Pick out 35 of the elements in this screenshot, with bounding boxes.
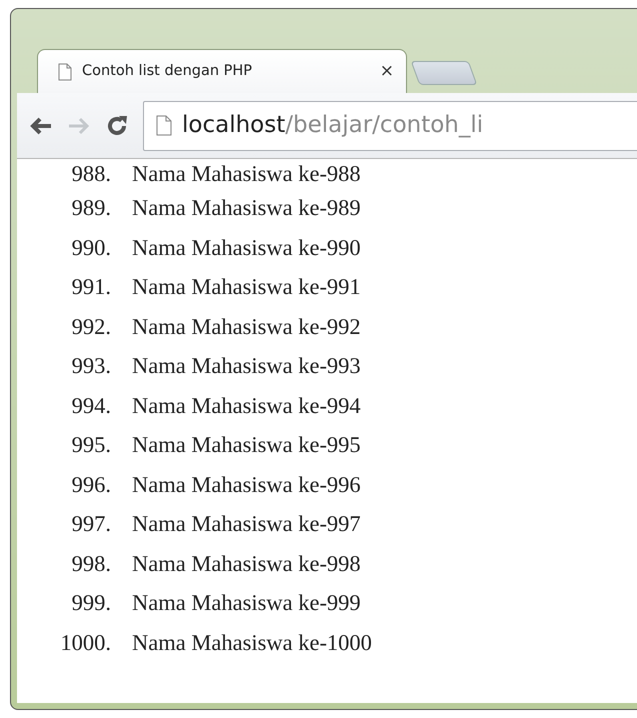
list-number: 996. [70, 472, 111, 498]
list-item-text: Nama Mahasiswa ke-990 [132, 236, 361, 261]
list-number: 997. [70, 512, 111, 538]
list-item-text: Nama Mahasiswa ke-993 [132, 354, 361, 380]
list-number: 990. [70, 236, 111, 261]
list-number: 998. [70, 552, 111, 577]
list-number: 1000. [59, 630, 111, 656]
list-item-text: Nama Mahasiswa ke-989 [132, 196, 361, 222]
url-text: localhost/belajar/contoh_li [182, 111, 484, 140]
page-icon [156, 115, 172, 136]
list-number: 995. [70, 433, 111, 458]
reload-button[interactable] [105, 114, 129, 138]
list-item-text: Nama Mahasiswa ke-994 [132, 394, 361, 419]
list-number: 992. [70, 314, 111, 340]
list-number: 993. [70, 354, 111, 380]
list-item-text: Nama Mahasiswa ke-991 [132, 275, 361, 300]
page-icon [58, 62, 72, 80]
list-item-text: Nama Mahasiswa ke-992 [132, 314, 361, 340]
list-item-text: Nama Mahasiswa ke-996 [132, 472, 361, 498]
list-number: 999. [70, 591, 111, 616]
close-tab-button[interactable]: × [380, 63, 394, 80]
list-item-text: Nama Mahasiswa ke-999 [132, 591, 361, 616]
list-number: 994. [70, 394, 111, 419]
browser-tab[interactable]: Contoh list dengan PHP × [37, 49, 407, 93]
list-item-text: Nama Mahasiswa ke-1000 [132, 630, 372, 656]
address-bar[interactable]: localhost/belajar/contoh_li [143, 100, 637, 150]
list-number: 988. [70, 162, 111, 186]
list-number: 989. [70, 196, 111, 222]
list-item-text: Nama Mahasiswa ke-998 [132, 552, 361, 577]
list-item-text: Nama Mahasiswa ke-997 [132, 512, 361, 538]
list-number: 991. [70, 275, 111, 300]
back-button[interactable] [29, 116, 53, 136]
list-item-text: Nama Mahasiswa ke-995 [132, 433, 361, 458]
tab-title: Contoh list dengan PHP [82, 62, 254, 81]
list-item-text: Nama Mahasiswa ke-988 [132, 162, 361, 186]
